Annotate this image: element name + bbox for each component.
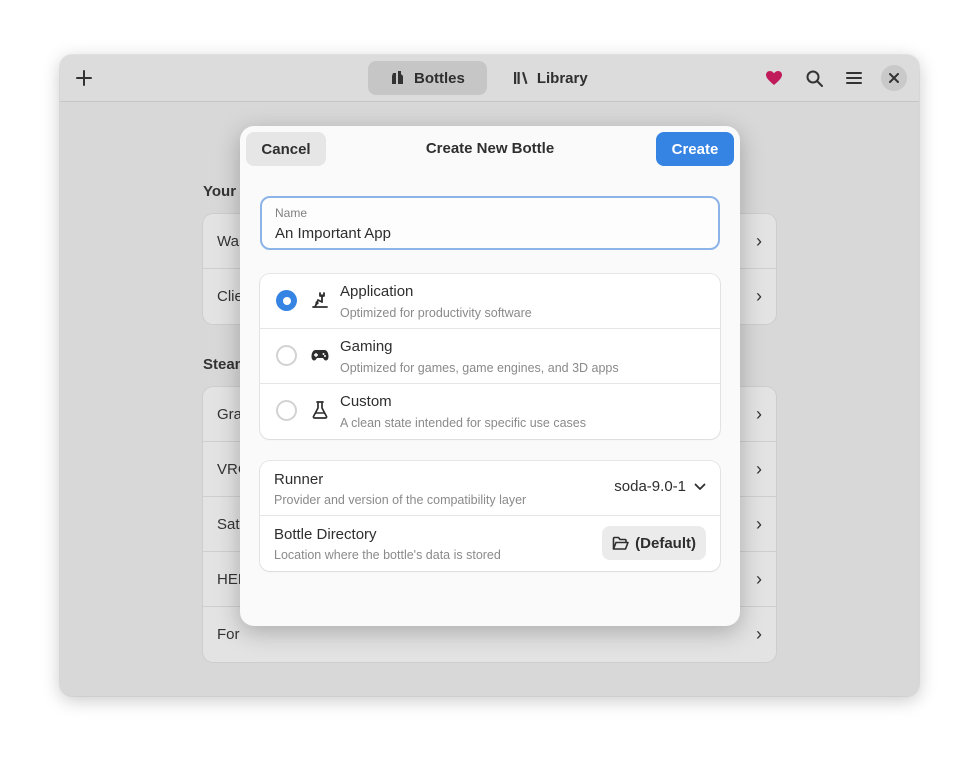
flask-icon: [310, 400, 330, 420]
chevron-right-icon: ›: [756, 286, 762, 306]
folder-open-icon: [612, 536, 629, 550]
create-button[interactable]: Create: [656, 132, 734, 166]
chevron-right-icon: ›: [756, 568, 762, 589]
name-field-label: Name: [275, 206, 308, 220]
name-field-value[interactable]: An Important App: [275, 225, 705, 242]
hamburger-menu-icon: [846, 72, 862, 84]
tab-library[interactable]: Library: [491, 61, 610, 95]
chevron-right-icon: ›: [756, 458, 762, 479]
chevron-right-icon: ›: [756, 624, 762, 644]
directory-subtitle: Location where the bottle's data is stor…: [274, 548, 501, 562]
environment-title: Application: [340, 283, 414, 300]
radio-button[interactable]: [276, 400, 297, 421]
library-icon: [513, 71, 528, 85]
search-icon: [806, 70, 823, 87]
bottle-directory-row: Bottle Directory Location where the bott…: [260, 516, 720, 571]
window-close-button[interactable]: [881, 65, 907, 91]
environment-title: Custom: [340, 393, 392, 410]
view-switcher: Bottles Library: [368, 61, 610, 95]
search-button[interactable]: [797, 61, 831, 95]
name-field[interactable]: Name An Important App: [260, 196, 720, 250]
runner-subtitle: Provider and version of the compatibilit…: [274, 493, 527, 507]
chevron-right-icon: ›: [756, 230, 762, 251]
tab-bottles[interactable]: Bottles: [368, 61, 487, 95]
dialog-header: Cancel Create New Bottle Create: [240, 126, 740, 171]
gamepad-icon: [310, 345, 330, 365]
environment-option-application[interactable]: Application Optimized for productivity s…: [260, 274, 720, 329]
environment-option-gaming[interactable]: Gaming Optimized for games, game engines…: [260, 329, 720, 384]
section-heading: Your: [203, 183, 237, 200]
environment-title: Gaming: [340, 338, 393, 355]
runner-title: Runner: [274, 471, 324, 488]
bottles-icon: [392, 71, 403, 84]
directory-title: Bottle Directory: [274, 526, 377, 543]
runner-value: soda-9.0-1: [614, 478, 686, 495]
options-list: Runner Provider and version of the compa…: [260, 461, 720, 571]
chevron-down-icon: [694, 483, 706, 490]
radio-button[interactable]: [276, 345, 297, 366]
heart-icon: [766, 71, 782, 85]
directory-button-label: (Default): [635, 534, 696, 552]
close-icon: [889, 73, 899, 83]
environment-option-custom[interactable]: Custom A clean state intended for specif…: [260, 384, 720, 439]
environment-list: Application Optimized for productivity s…: [260, 274, 720, 439]
tab-bottles-label: Bottles: [414, 69, 465, 87]
headerbar: Bottles Library: [60, 55, 919, 102]
environment-subtitle: Optimized for games, game engines, and 3…: [340, 361, 619, 375]
radio-button[interactable]: [276, 290, 297, 311]
choose-directory-button[interactable]: (Default): [602, 526, 706, 560]
application-icon: [310, 290, 330, 310]
donate-button[interactable]: [757, 61, 791, 95]
chevron-right-icon: ›: [756, 513, 762, 534]
create-bottle-dialog: Cancel Create New Bottle Create Name An …: [240, 126, 740, 626]
tab-library-label: Library: [536, 69, 588, 87]
environment-subtitle: Optimized for productivity software: [340, 306, 532, 320]
runner-dropdown[interactable]: soda-9.0-1: [614, 478, 706, 495]
environment-subtitle: A clean state intended for specific use …: [340, 416, 586, 430]
runner-row[interactable]: Runner Provider and version of the compa…: [260, 461, 720, 516]
plus-icon: [76, 70, 92, 86]
main-menu-button[interactable]: [837, 61, 871, 95]
add-bottle-button[interactable]: [67, 61, 101, 95]
chevron-right-icon: ›: [756, 403, 762, 424]
